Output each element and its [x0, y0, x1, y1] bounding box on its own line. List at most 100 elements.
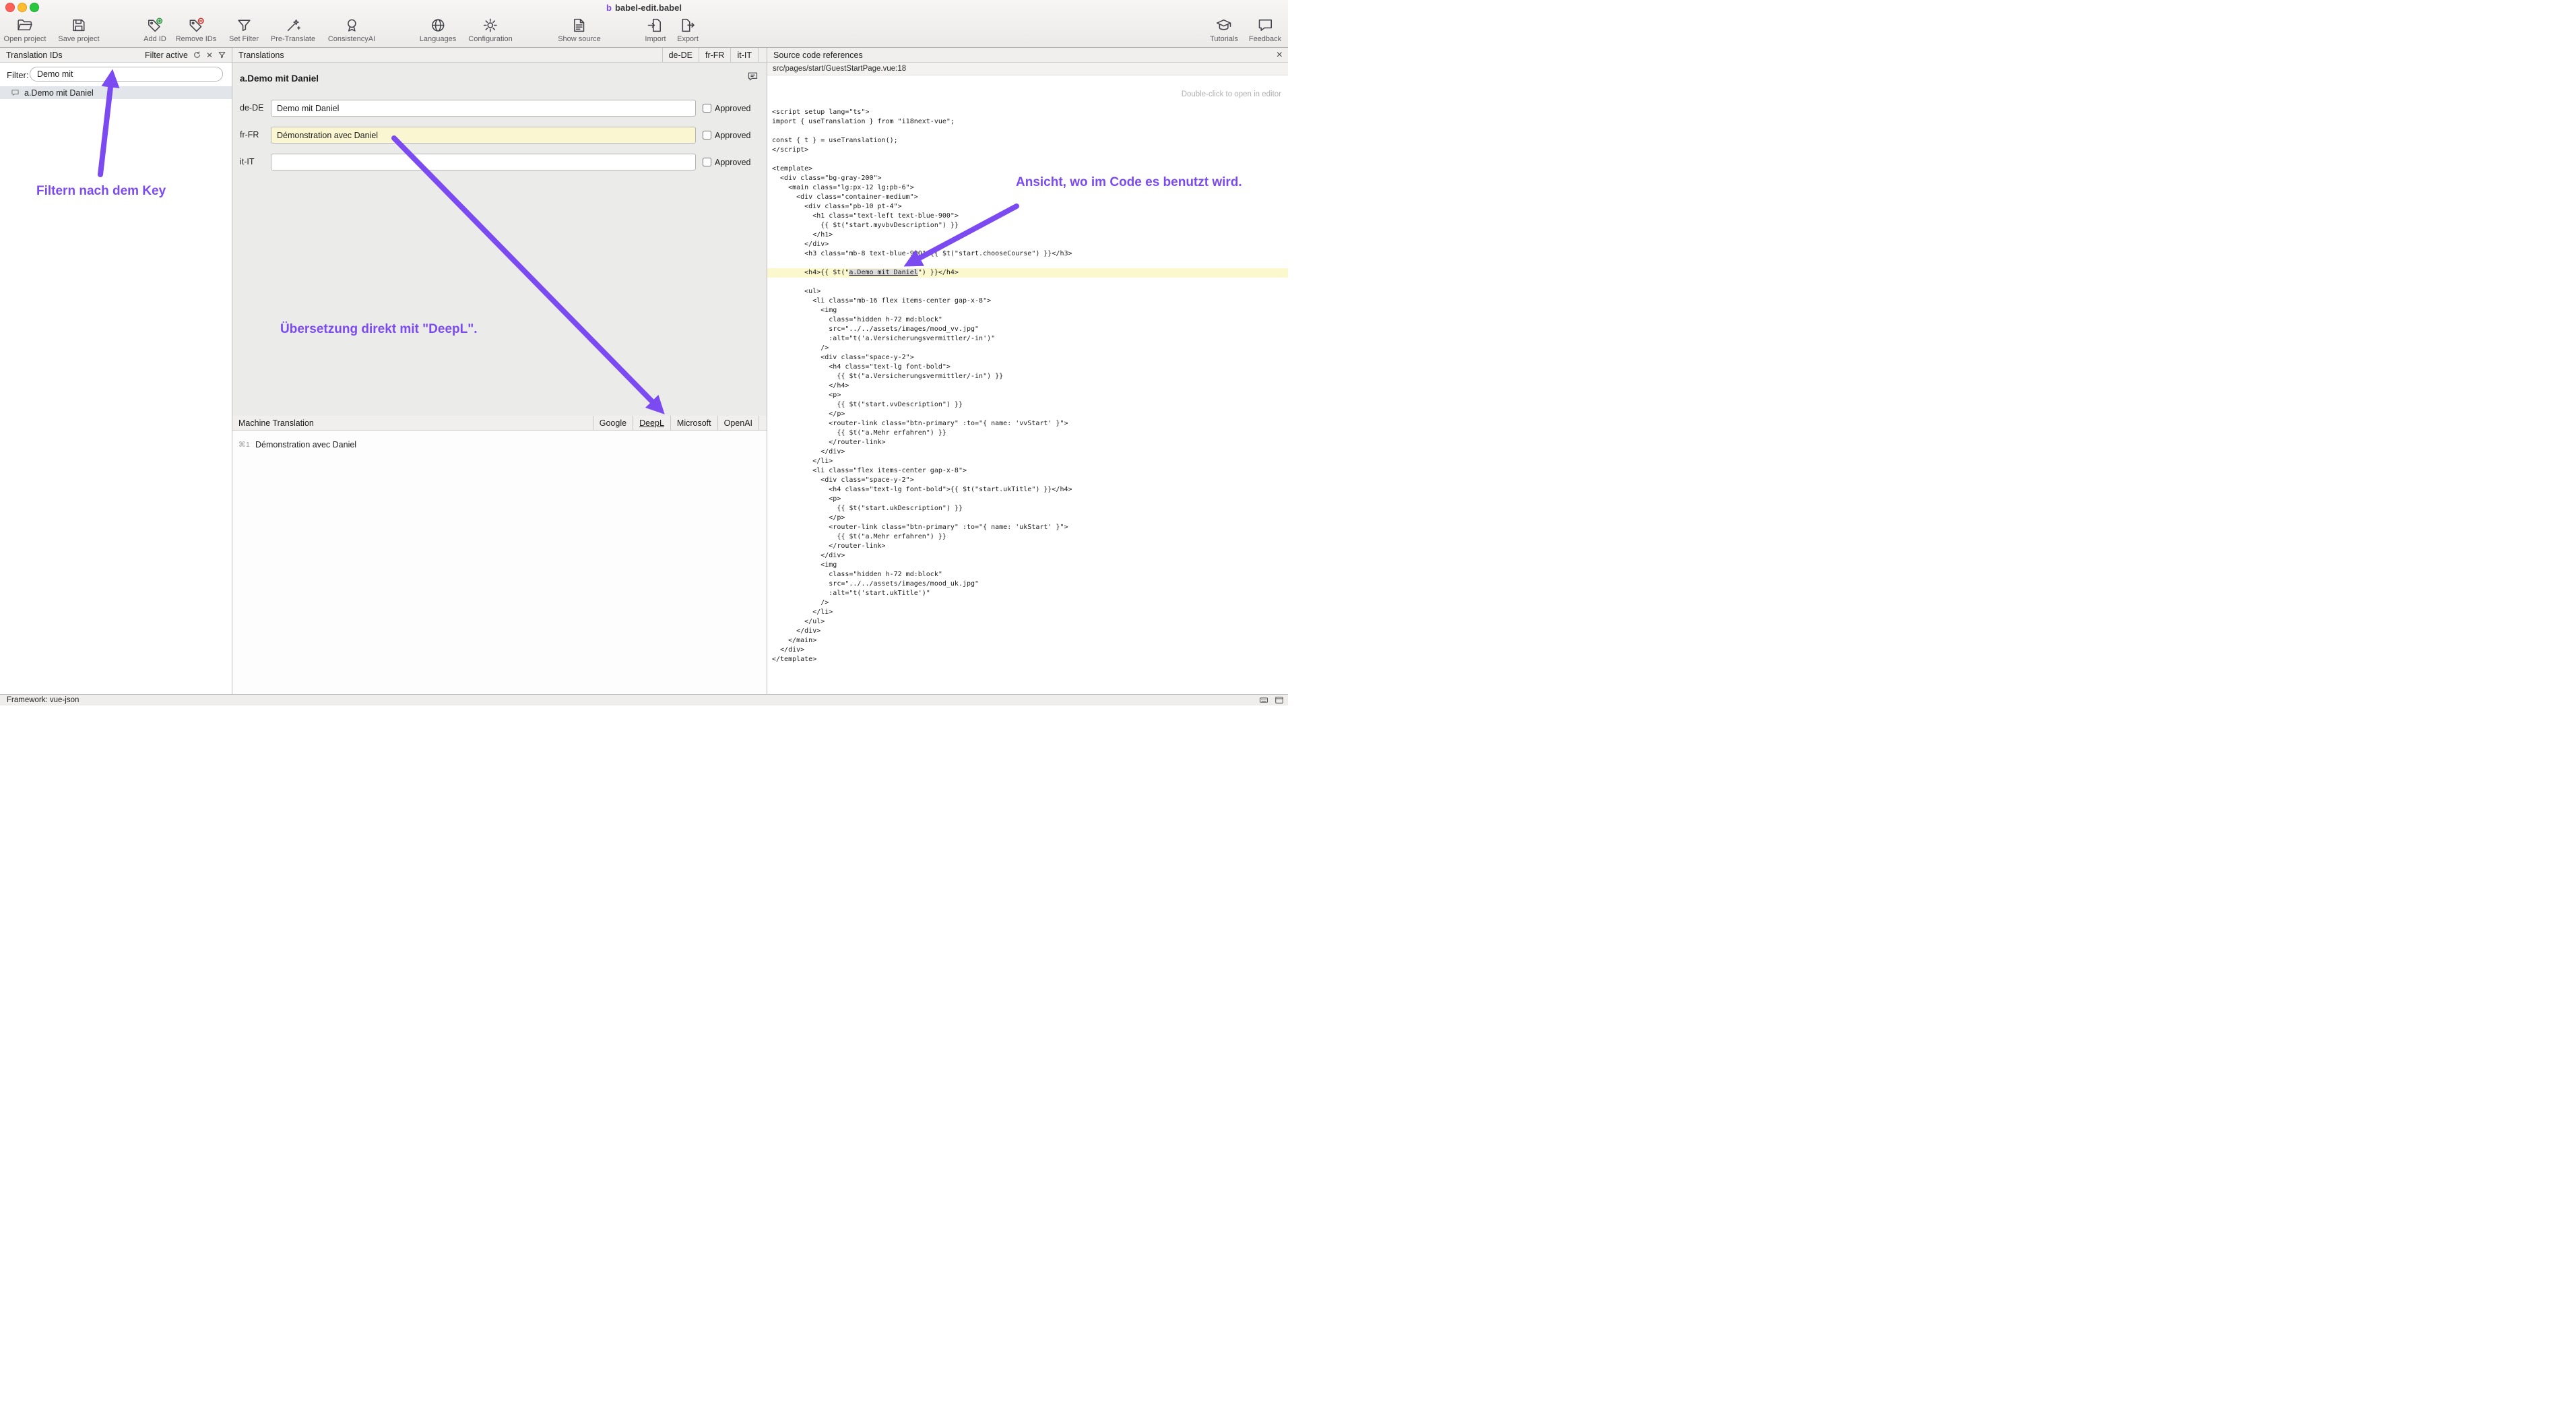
code-line: <router-link class="btn-primary" :to="{ … [767, 523, 1288, 532]
toolbar-show-source[interactable]: Show source [558, 17, 601, 43]
code-line: <h3 class="mb-8 text-blue-900">{{ $t("st… [767, 249, 1288, 259]
keyboard-icon[interactable] [1259, 695, 1268, 705]
code-line: {{ $t("start.vvDescription") }} [767, 400, 1288, 410]
mt-provider-openai[interactable]: OpenAI [717, 416, 759, 430]
code-line: <img [767, 561, 1288, 570]
language-tab-fr-fr[interactable]: fr-FR [699, 48, 730, 62]
panel-title: Source code references [773, 51, 863, 60]
id-filter-input[interactable] [30, 67, 223, 82]
code-line: <h4 class="text-lg font-bold"> [767, 363, 1288, 372]
globe-icon [429, 17, 446, 34]
comment-icon[interactable] [747, 71, 759, 82]
translation-id-list-item[interactable]: a.Demo mit Daniel [0, 86, 232, 99]
code-line: <li class="flex items-center gap-x-8"> [767, 466, 1288, 476]
code-line: <h1 class="text-left text-blue-900"> [767, 212, 1288, 221]
translation-input-fr-fr[interactable] [271, 127, 696, 144]
export-icon [679, 17, 696, 34]
framework-label: Framework: vue-json [7, 696, 79, 704]
code-line: <p> [767, 391, 1288, 400]
translation-ids-header: Translation IDs Filter active ✕ [0, 48, 232, 63]
code-line: <li class="mb-16 flex items-center gap-x… [767, 296, 1288, 306]
toolbar-consistency-ai[interactable]: ConsistencyAI [328, 17, 375, 43]
toolbar-open-project[interactable]: Open project [4, 17, 46, 43]
code-line: {{ $t("a.Versicherungsvermittler/-in") }… [767, 372, 1288, 381]
language-label: it-IT [240, 153, 255, 171]
code-line: <img [767, 306, 1288, 315]
code-line: </div> [767, 551, 1288, 561]
code-line: </p> [767, 513, 1288, 523]
code-line: {{ $t("a.Mehr erfahren") }} [767, 532, 1288, 542]
toolbar-export[interactable]: Export [677, 17, 699, 43]
refresh-icon[interactable] [193, 51, 201, 59]
mt-result-row[interactable]: ⌘1 Démonstration avec Daniel [232, 438, 767, 451]
code-line: </div> [767, 627, 1288, 636]
filter-icon[interactable] [218, 51, 226, 59]
translation-ids-panel: Translation IDs Filter active ✕ Filter: … [0, 48, 232, 694]
window-chrome: b babel-edit.babel Open project Save pro… [0, 0, 1288, 48]
translation-key-title: a.Demo mit Daniel [240, 73, 319, 84]
code-line: {{ $t("start.myvbvDescription") }} [767, 221, 1288, 230]
code-line: </script> [767, 146, 1288, 155]
toolbar-languages[interactable]: Languages [420, 17, 456, 43]
code-line: </div> [767, 646, 1288, 655]
code-line: <div class="bg-gray-200"> [767, 174, 1288, 183]
code-line: :alt="t('start.ukTitle')" [767, 589, 1288, 598]
toolbar-feedback[interactable]: Feedback [1249, 17, 1281, 43]
clear-filter-icon[interactable]: ✕ [206, 51, 213, 59]
toolbar-remove-ids[interactable]: Remove IDs [176, 17, 217, 43]
toolbar-pre-translate[interactable]: Pre-Translate [271, 17, 315, 43]
code-line: <div class="space-y-2"> [767, 353, 1288, 363]
panel-title: Translations [238, 51, 284, 60]
code-line: </li> [767, 608, 1288, 617]
code-line: </router-link> [767, 438, 1288, 447]
magic-wand-icon [284, 17, 301, 34]
code-line: </router-link> [767, 542, 1288, 551]
language-tab-it-it[interactable]: it-IT [730, 48, 759, 62]
translations-panel: Translations de-DE fr-FR it-IT a.Demo mi… [232, 48, 767, 694]
language-tab-de-de[interactable]: de-DE [662, 48, 699, 62]
panel-title: Translation IDs [6, 51, 63, 60]
translation-input-it-it[interactable] [271, 154, 696, 170]
toolbar-import[interactable]: Import [645, 17, 666, 43]
translation-input-de-de[interactable] [271, 100, 696, 117]
toolbar-tutorials[interactable]: Tutorials [1210, 17, 1238, 43]
mt-provider-microsoft[interactable]: Microsoft [670, 416, 717, 430]
tag-plus-icon [146, 17, 163, 34]
award-badge-icon [344, 17, 360, 34]
toolbar-set-filter[interactable]: Set Filter [229, 17, 259, 43]
toolbar-save-project[interactable]: Save project [58, 17, 99, 43]
folder-icon [16, 17, 33, 34]
code-block[interactable]: <script setup lang="ts">import { useTran… [767, 108, 1288, 694]
code-line: <h4>{{ $t("a.Demo mit Daniel") }}</h4> [767, 268, 1288, 278]
code-line [767, 155, 1288, 164]
approved-checkbox-it-it[interactable] [703, 158, 711, 166]
approved-checkbox-de-de[interactable] [703, 104, 711, 113]
highlighted-translation-key: a.Demo mit Daniel [849, 269, 917, 276]
mt-provider-google[interactable]: Google [593, 416, 633, 430]
code-line: class="hidden h-72 md:block" [767, 570, 1288, 579]
machine-translation-results: ⌘1 Démonstration avec Daniel [232, 431, 767, 694]
app-icon: b [606, 3, 612, 13]
code-line [767, 278, 1288, 287]
code-line: const { t } = useTranslation(); [767, 136, 1288, 146]
code-line [767, 127, 1288, 136]
translation-id-label: a.Demo mit Daniel [24, 88, 94, 98]
code-line: <h4 class="text-lg font-bold">{{ $t("sta… [767, 485, 1288, 495]
approved-checkbox-fr-fr[interactable] [703, 131, 711, 139]
toolbar-add-id[interactable]: Add ID [143, 17, 166, 43]
code-line: </p> [767, 410, 1288, 419]
code-line: class="hidden h-72 md:block" [767, 315, 1288, 325]
language-label: fr-FR [240, 126, 259, 144]
mt-provider-deepl[interactable]: DeepL [633, 416, 670, 430]
toolbar-configuration[interactable]: Configuration [468, 17, 512, 43]
code-line: {{ $t("start.ukDescription") }} [767, 504, 1288, 513]
source-reference-path[interactable]: src/pages/start/GuestStartPage.vue:18 [767, 63, 1288, 75]
tag-minus-icon [188, 17, 205, 34]
code-line: </template> [767, 655, 1288, 664]
window-panel-icon[interactable] [1275, 695, 1284, 705]
close-icon[interactable]: × [1277, 50, 1283, 61]
code-line: /> [767, 598, 1288, 608]
code-line: <div class="space-y-2"> [767, 476, 1288, 485]
translation-row-fr-fr: fr-FR Approved [232, 126, 767, 144]
translations-header: Translations de-DE fr-FR it-IT [232, 48, 767, 63]
